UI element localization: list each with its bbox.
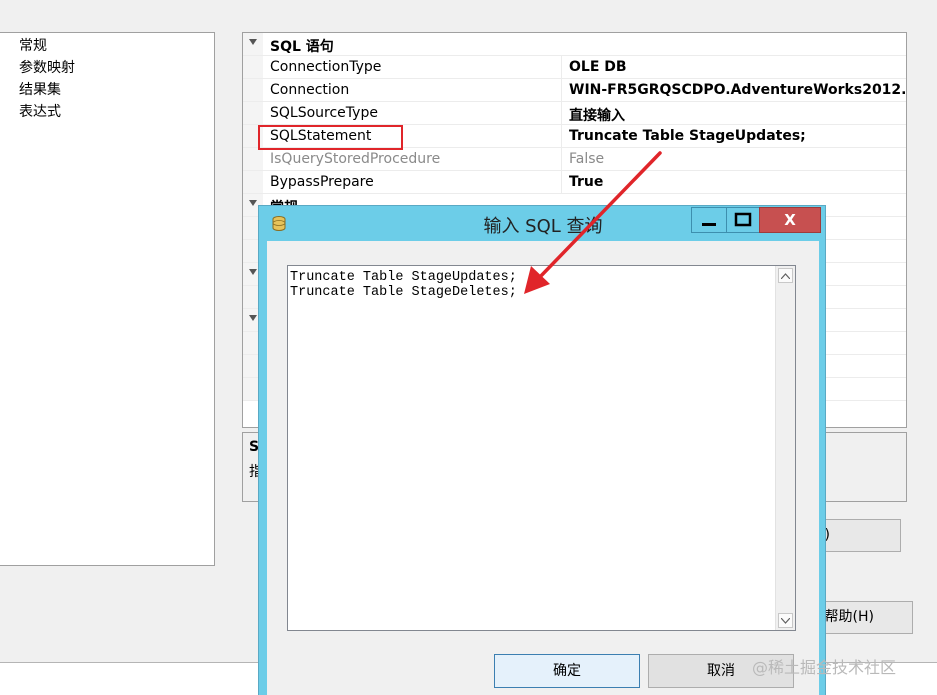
minimize-icon <box>702 223 716 226</box>
prop-row-connection-type[interactable]: ConnectionType OLE DB <box>243 56 906 79</box>
sql-query-dialog: 输入 SQL 查询 X Truncate Table StageUpdates;… <box>258 205 826 695</box>
nav-item-general[interactable]: 常规 <box>19 37 47 55</box>
collapse-icon[interactable] <box>249 39 257 45</box>
collapse-icon[interactable] <box>249 315 257 321</box>
sql-query-textarea[interactable]: Truncate Table StageUpdates; Truncate Ta… <box>287 265 796 631</box>
sql-line: Truncate Table StageUpdates; <box>290 270 517 285</box>
prop-value[interactable]: True <box>569 174 603 190</box>
maximize-icon <box>734 212 752 227</box>
sql-line: Truncate Table StageDeletes; <box>290 285 517 300</box>
prop-value[interactable]: Truncate Table StageUpdates; <box>569 128 806 144</box>
prop-value[interactable]: OLE DB <box>569 59 627 75</box>
nav-item-parameter-mapping[interactable]: 参数映射 <box>19 59 75 77</box>
prop-row-bypass-prepare[interactable]: BypassPrepare True <box>243 171 906 194</box>
watermark: @稀土掘金技术社区 <box>752 658 897 677</box>
nav-item-expressions[interactable]: 表达式 <box>19 103 61 121</box>
scroll-down-icon[interactable] <box>778 613 793 628</box>
prop-name: Connection <box>270 82 350 98</box>
collapse-icon[interactable] <box>249 200 257 206</box>
collapse-icon[interactable] <box>249 269 257 275</box>
minimize-button[interactable] <box>691 207 727 233</box>
prop-name: ConnectionType <box>270 59 382 75</box>
prop-name: BypassPrepare <box>270 174 374 190</box>
prop-name: IsQueryStoredProcedure <box>270 151 441 167</box>
prop-name: SQLSourceType <box>270 105 378 121</box>
maximize-button[interactable] <box>726 207 760 233</box>
category-sql-statement[interactable]: SQL 语句 <box>243 33 906 56</box>
nav-panel: 常规 参数映射 结果集 表达式 <box>0 32 215 566</box>
close-button[interactable]: X <box>759 207 821 233</box>
dialog-body: Truncate Table StageUpdates; Truncate Ta… <box>267 241 819 695</box>
scroll-up-icon[interactable] <box>778 268 793 283</box>
sql-statement-highlight <box>258 125 403 150</box>
prop-row-connection[interactable]: Connection WIN-FR5GRQSCDPO.AdventureWork… <box>243 79 906 102</box>
prop-row-is-query-stored-procedure[interactable]: IsQueryStoredProcedure False <box>243 148 906 171</box>
prop-value[interactable]: 直接输入 <box>569 105 625 125</box>
vertical-scrollbar[interactable] <box>775 266 795 630</box>
prop-value[interactable]: WIN-FR5GRQSCDPO.AdventureWorks2012.sa <box>569 82 906 98</box>
prop-value: False <box>569 151 605 167</box>
nav-item-result-set[interactable]: 结果集 <box>19 81 61 99</box>
ok-button[interactable]: 确定 <box>494 654 640 688</box>
category-title: SQL 语句 <box>270 39 334 55</box>
prop-row-sql-source-type[interactable]: SQLSourceType 直接输入 <box>243 102 906 125</box>
dialog-titlebar[interactable]: 输入 SQL 查询 X <box>259 206 825 241</box>
